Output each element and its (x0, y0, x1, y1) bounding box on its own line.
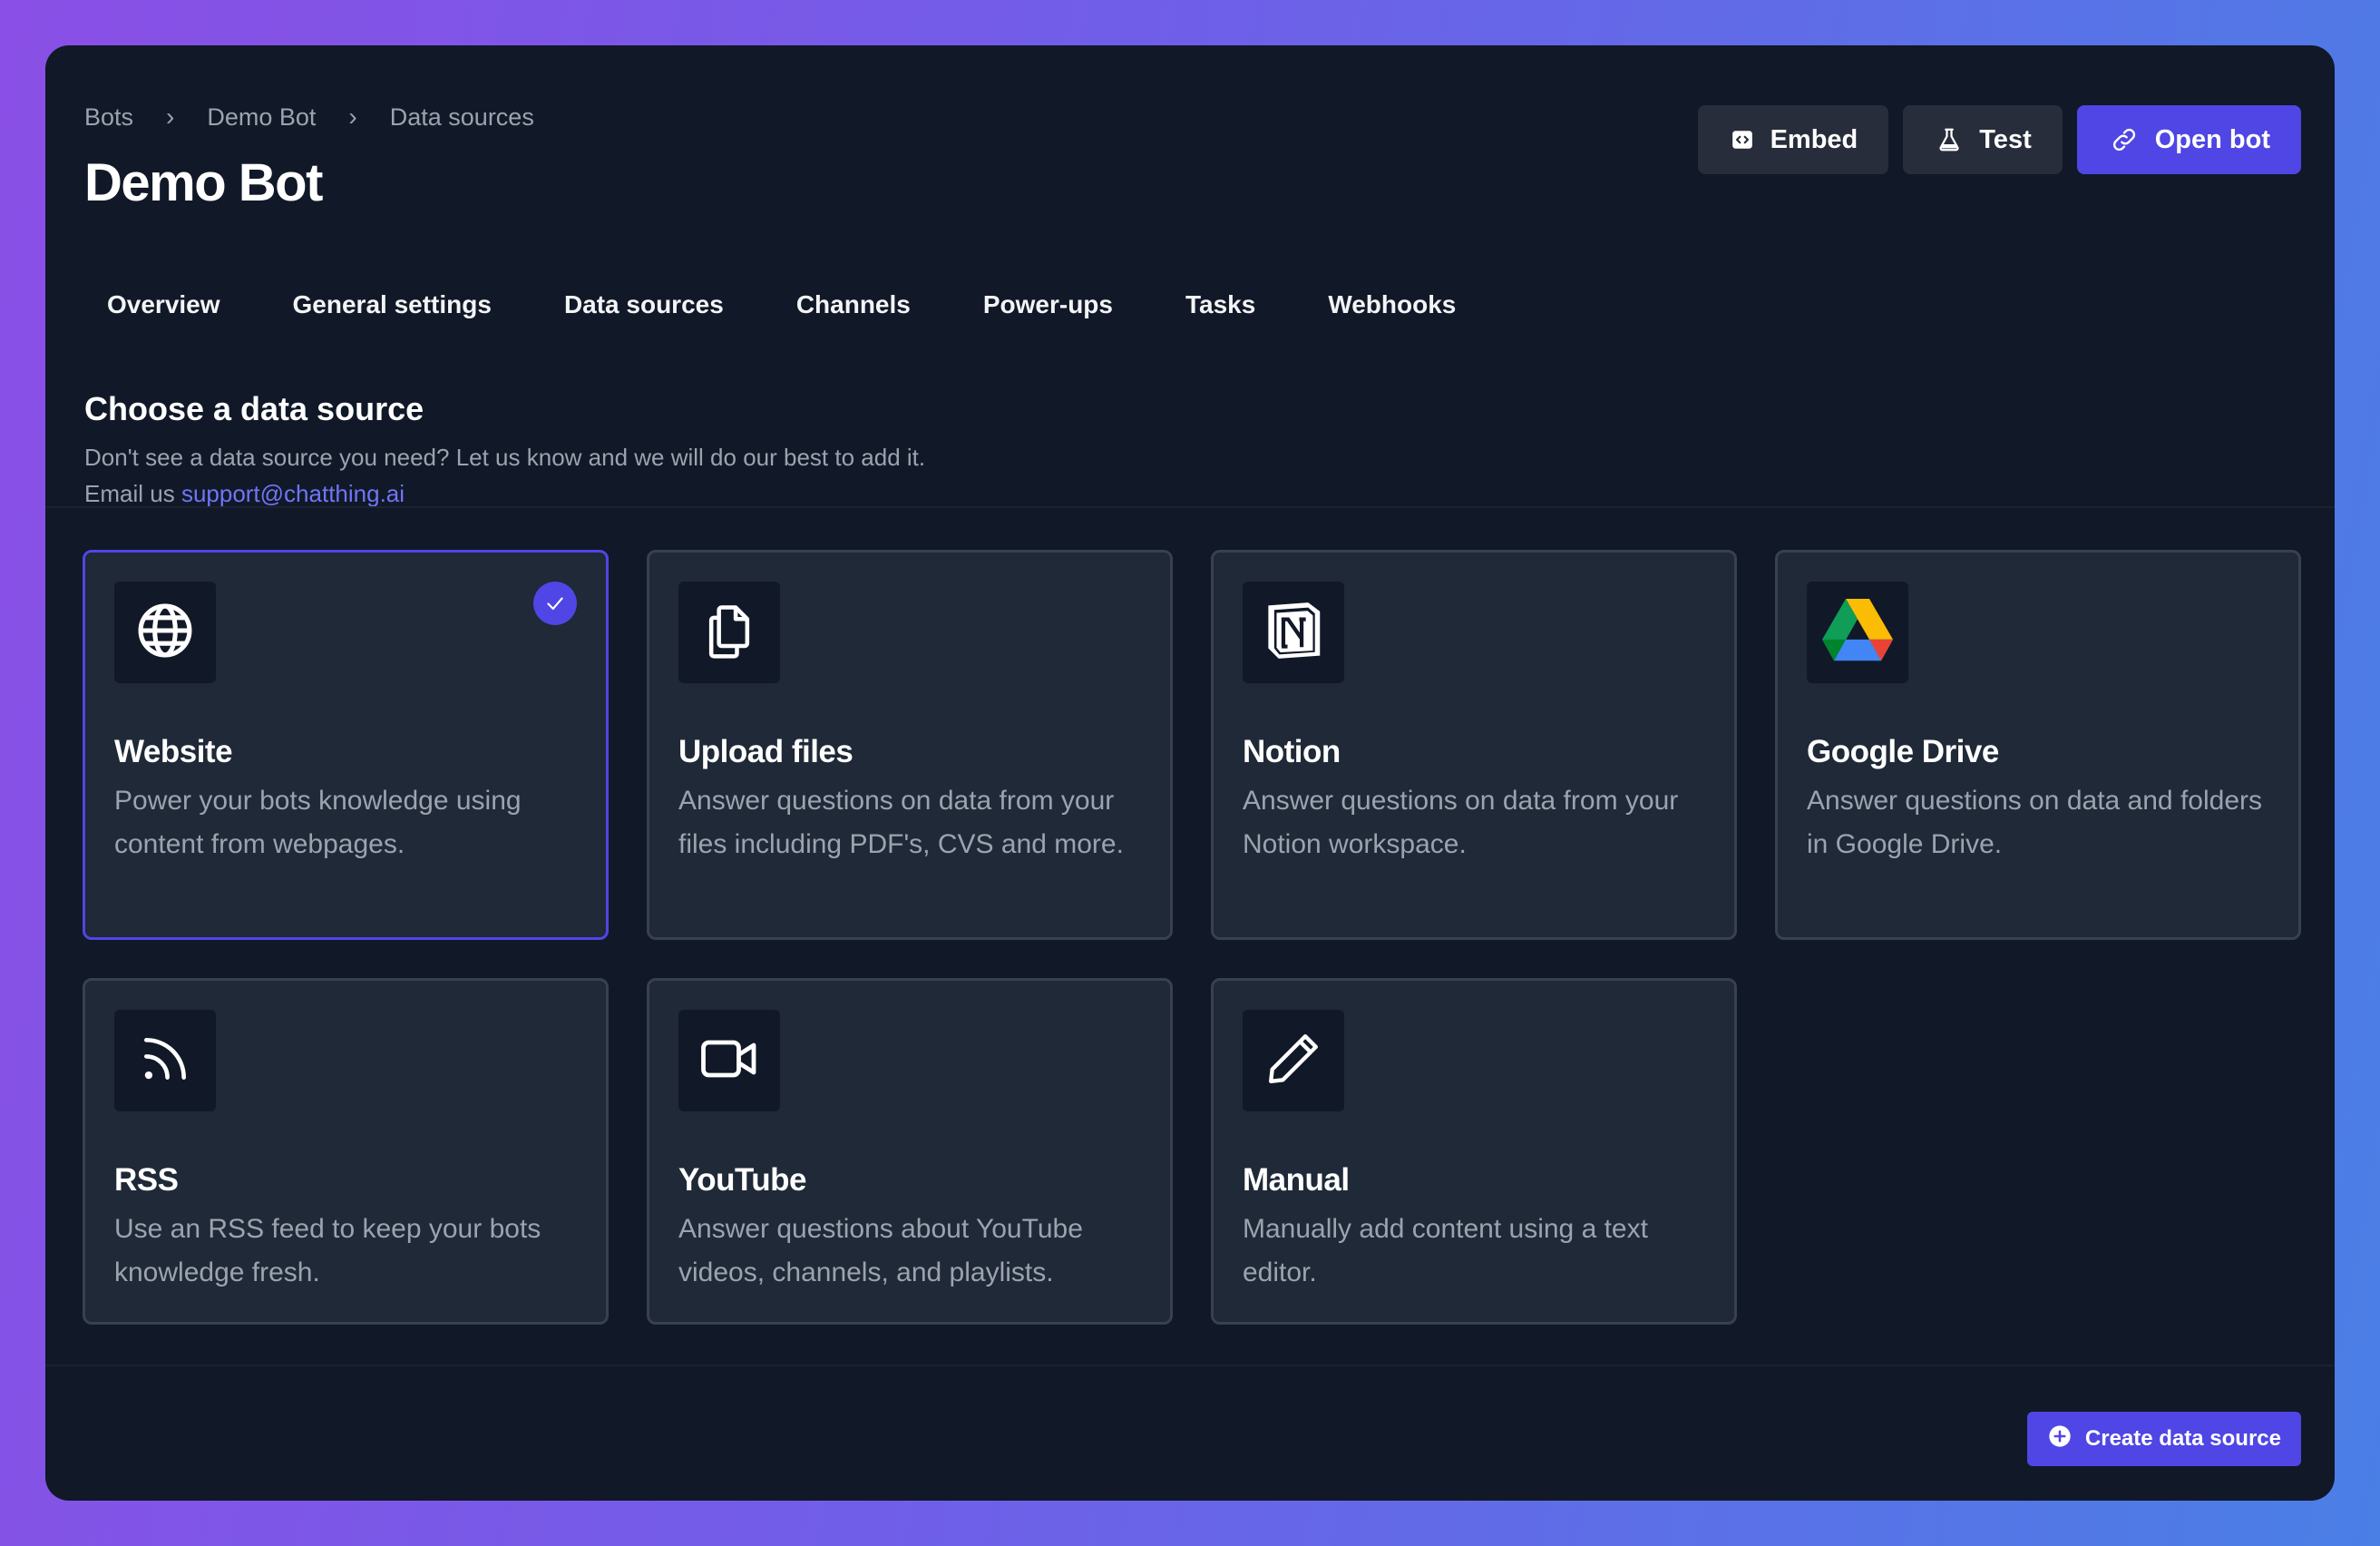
breadcrumb-data-sources[interactable]: Data sources (390, 103, 534, 132)
open-bot-button[interactable]: Open bot (2076, 105, 2301, 174)
header-actions: Embed Test Open bot (1697, 105, 2301, 174)
create-data-source-button[interactable]: Create data source (2026, 1412, 2301, 1466)
beaker-icon (1936, 126, 1963, 153)
source-description: Answer questions about YouTube videos, c… (678, 1214, 1083, 1287)
source-description: Power your bots knowledge using content … (114, 786, 522, 859)
icon-box (1807, 582, 1908, 683)
icon-box (114, 1010, 216, 1111)
source-card-manual[interactable]: Manual Manually add content using a text… (1211, 978, 1737, 1325)
source-card-google-drive[interactable]: Google Drive Answer questions on data an… (1775, 550, 2301, 940)
source-card-rss[interactable]: RSS Use an RSS feed to keep your bots kn… (83, 978, 609, 1325)
code-icon (1731, 128, 1754, 152)
divider (45, 506, 2335, 508)
source-title: Notion (1243, 734, 1341, 769)
create-data-source-label: Create data source (2084, 1426, 2281, 1451)
footer-divider (45, 1365, 2335, 1366)
tab-tasks[interactable]: Tasks (1185, 290, 1255, 319)
source-title: Upload files (678, 734, 853, 769)
tab-general-settings[interactable]: General settings (293, 290, 492, 319)
chevron-right-icon: › (348, 103, 357, 131)
section-description-text: Don't see a data source you need? Let us… (84, 444, 926, 471)
source-card-notion[interactable]: Notion Answer questions on data from you… (1211, 550, 1737, 940)
selected-check-icon (533, 582, 577, 625)
icon-box (1243, 1010, 1344, 1111)
icon-box (678, 582, 780, 683)
icon-box (1243, 582, 1344, 683)
google-drive-icon (1821, 598, 1894, 667)
source-description: Answer questions on data from your files… (678, 786, 1124, 859)
files-icon (698, 600, 760, 666)
section-description: Don't see a data source you need? Let us… (84, 439, 925, 512)
tab-webhooks[interactable]: Webhooks (1328, 290, 1456, 319)
test-button[interactable]: Test (1903, 105, 2063, 174)
icon-box (114, 582, 216, 683)
section-title: Choose a data source (84, 390, 424, 427)
source-card-youtube[interactable]: YouTube Answer questions about YouTube v… (647, 978, 1173, 1325)
plus-circle-icon (2047, 1424, 2073, 1455)
source-title: Website (114, 734, 233, 769)
pencil-icon (1262, 1027, 1325, 1095)
source-title: YouTube (678, 1162, 807, 1198)
rss-icon (137, 1031, 193, 1091)
tab-power-ups[interactable]: Power-ups (983, 290, 1113, 319)
app-window: Bots › Demo Bot › Data sources Demo Bot … (45, 45, 2335, 1501)
page-title: Demo Bot (84, 153, 323, 212)
breadcrumb: Bots › Demo Bot › Data sources (84, 103, 534, 132)
source-description: Use an RSS feed to keep your bots knowle… (114, 1214, 541, 1287)
source-title: Manual (1243, 1162, 1350, 1198)
icon-box (678, 1010, 780, 1111)
tab-bar: Overview General settings Data sources C… (107, 290, 1528, 319)
video-camera-icon (697, 1026, 762, 1096)
test-button-label: Test (1979, 124, 2032, 154)
tab-channels[interactable]: Channels (796, 290, 911, 319)
support-email-link[interactable]: support@chatthing.ai (181, 480, 405, 507)
breadcrumb-demo-bot[interactable]: Demo Bot (207, 103, 316, 132)
source-description: Manually add content using a text editor… (1243, 1214, 1648, 1287)
embed-button[interactable]: Embed (1697, 105, 1889, 174)
source-title: RSS (114, 1162, 179, 1198)
email-prefix: Email us (84, 480, 175, 507)
tab-overview[interactable]: Overview (107, 290, 220, 319)
source-card-upload-files[interactable]: Upload files Answer questions on data fr… (647, 550, 1173, 940)
source-description: Answer questions on data and folders in … (1807, 786, 2262, 859)
link-icon (2110, 125, 2139, 154)
chevron-right-icon: › (166, 103, 175, 131)
source-title: Google Drive (1807, 734, 1999, 769)
source-card-website[interactable]: Website Power your bots knowledge using … (83, 550, 609, 940)
notion-icon (1258, 595, 1329, 670)
tab-data-sources[interactable]: Data sources (564, 290, 724, 319)
open-bot-button-label: Open bot (2154, 124, 2270, 154)
source-description: Answer questions on data from your Notio… (1243, 786, 1679, 859)
embed-button-label: Embed (1770, 124, 1858, 154)
breadcrumb-bots[interactable]: Bots (84, 103, 133, 132)
globe-icon (134, 600, 196, 666)
